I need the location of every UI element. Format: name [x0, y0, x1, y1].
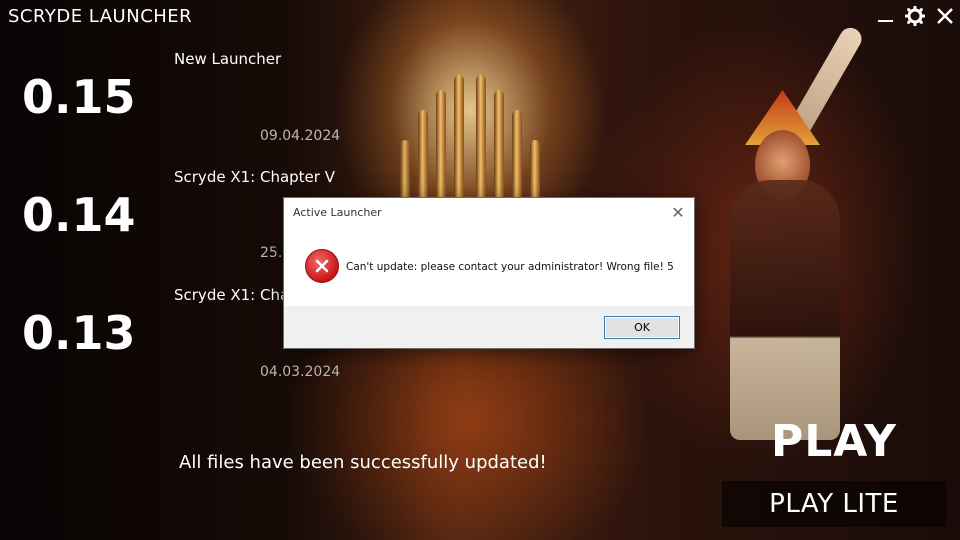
- version-number: 0.13: [22, 306, 136, 360]
- news-date: 25.: [260, 245, 283, 261]
- settings-button[interactable]: [903, 4, 927, 28]
- dialog-title: Active Launcher: [293, 206, 382, 219]
- dialog-message: Can't update: please contact your admini…: [346, 261, 674, 273]
- news-title-link[interactable]: Scryde X1: Chapter V: [174, 168, 335, 186]
- dialog-titlebar[interactable]: Active Launcher ✕: [284, 198, 694, 228]
- version-number: 0.14: [22, 188, 136, 242]
- close-button[interactable]: [933, 4, 957, 28]
- minimize-icon: [878, 20, 893, 22]
- close-icon: [937, 8, 953, 24]
- dialog-body: Can't update: please contact your admini…: [284, 228, 694, 306]
- ok-button[interactable]: OK: [604, 316, 680, 339]
- update-status-text: All files have been successfully updated…: [179, 452, 547, 473]
- minimize-button[interactable]: [874, 4, 898, 28]
- version-number: 0.15: [22, 70, 136, 124]
- dialog-close-button[interactable]: ✕: [668, 203, 688, 223]
- app-title: SCRYDE LAUNCHER: [8, 6, 193, 27]
- news-date: 09.04.2024: [260, 128, 341, 144]
- news-title-link[interactable]: New Launcher: [174, 50, 281, 68]
- gear-icon: [904, 5, 926, 27]
- news-date: 04.03.2024: [260, 364, 341, 380]
- news-title-link[interactable]: Scryde X1: Cha: [174, 286, 289, 304]
- play-lite-button[interactable]: PLAY LITE: [722, 481, 946, 527]
- error-dialog: Active Launcher ✕ Can't update: please c…: [283, 197, 695, 349]
- play-button[interactable]: PLAY: [722, 408, 946, 478]
- error-icon: [305, 249, 339, 283]
